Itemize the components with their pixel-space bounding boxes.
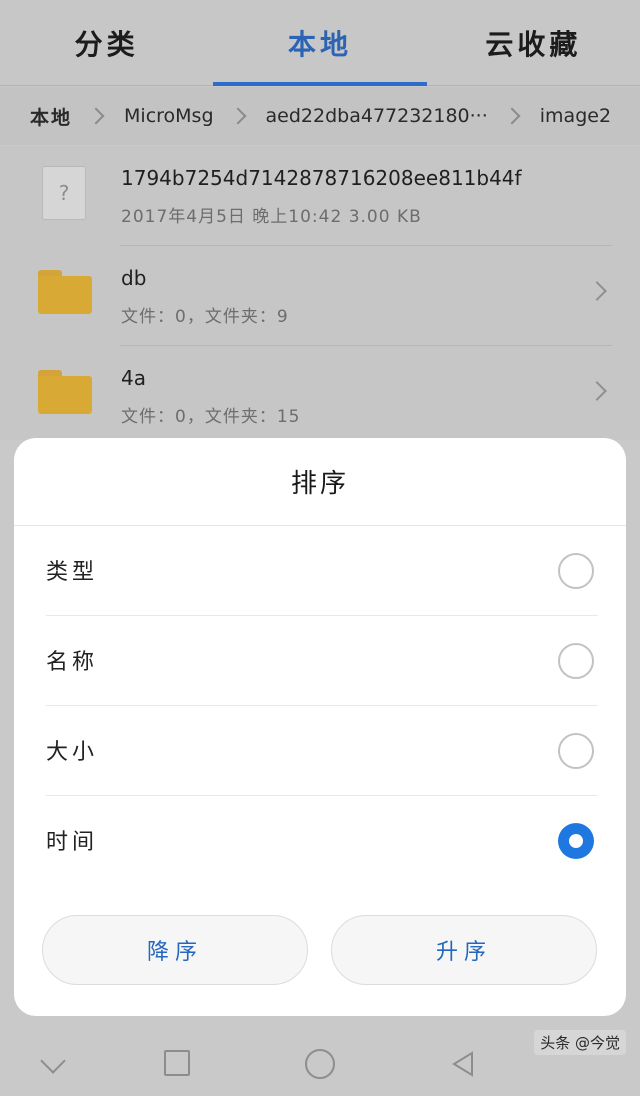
folder-row[interactable]: 4a 文件：0，文件夹：15 bbox=[0, 346, 640, 446]
sort-option-time[interactable]: 时间 bbox=[14, 796, 626, 886]
breadcrumb-image2[interactable]: image2 bbox=[540, 105, 611, 127]
option-label: 时间 bbox=[46, 830, 99, 855]
chevron-right-icon bbox=[229, 107, 247, 125]
chevron-down-icon[interactable] bbox=[40, 1048, 66, 1074]
file-list: ? 1794b7254d7142878716208ee811b44f 2017年… bbox=[0, 146, 640, 440]
tab-category[interactable]: 分类 bbox=[0, 0, 213, 85]
file-meta: 2017年4月5日 晚上10:42 3.00 KB bbox=[121, 207, 422, 227]
sort-option-type[interactable]: 类型 bbox=[14, 526, 626, 616]
tab-local[interactable]: 本地 bbox=[213, 0, 427, 86]
breadcrumb: 本地 MicroMsg aed22dba477232180··· image2 bbox=[0, 87, 640, 145]
breadcrumb-local[interactable]: 本地 bbox=[30, 103, 72, 130]
breadcrumb-micromsg[interactable]: MicroMsg bbox=[124, 105, 214, 127]
top-tab-bar: 分类 本地 云收藏 bbox=[0, 0, 640, 86]
chevron-right-icon bbox=[587, 281, 607, 301]
folder-meta: 文件：0，文件夹：9 bbox=[121, 307, 289, 327]
folder-name: db bbox=[121, 266, 147, 290]
file-name: 1794b7254d7142878716208ee811b44f bbox=[121, 166, 522, 190]
dialog-title: 排序 bbox=[14, 438, 626, 526]
chevron-right-icon bbox=[503, 107, 521, 125]
descending-button[interactable]: 降序 bbox=[42, 915, 308, 985]
ascending-button[interactable]: 升序 bbox=[331, 915, 597, 985]
folder-icon bbox=[38, 370, 92, 414]
recent-apps-icon[interactable] bbox=[164, 1050, 190, 1076]
sort-option-name[interactable]: 名称 bbox=[14, 616, 626, 706]
chevron-right-icon bbox=[87, 107, 105, 125]
home-icon[interactable] bbox=[305, 1049, 335, 1079]
radio-button[interactable] bbox=[558, 733, 594, 769]
folder-name: 4a bbox=[121, 366, 146, 390]
radio-button[interactable] bbox=[558, 643, 594, 679]
breadcrumb-user-folder[interactable]: aed22dba477232180··· bbox=[266, 105, 488, 127]
folder-row[interactable]: db 文件：0，文件夹：9 bbox=[0, 246, 640, 346]
folder-meta: 文件：0，文件夹：15 bbox=[121, 407, 301, 427]
radio-button-checked[interactable] bbox=[558, 823, 594, 859]
sort-option-size[interactable]: 大小 bbox=[14, 706, 626, 796]
sort-dialog: 排序 类型 名称 大小 时间 降序 升序 bbox=[14, 438, 626, 1016]
watermark-text: 头条 @今觉 bbox=[534, 1030, 626, 1055]
radio-button[interactable] bbox=[558, 553, 594, 589]
unknown-file-icon: ? bbox=[42, 166, 86, 220]
option-label: 名称 bbox=[46, 650, 99, 675]
folder-icon bbox=[38, 270, 92, 314]
file-row[interactable]: ? 1794b7254d7142878716208ee811b44f 2017年… bbox=[0, 146, 640, 246]
tab-cloud-favorites[interactable]: 云收藏 bbox=[427, 0, 640, 85]
option-label: 类型 bbox=[46, 560, 99, 585]
back-icon[interactable] bbox=[450, 1050, 478, 1078]
option-label: 大小 bbox=[46, 740, 99, 765]
chevron-right-icon bbox=[587, 381, 607, 401]
